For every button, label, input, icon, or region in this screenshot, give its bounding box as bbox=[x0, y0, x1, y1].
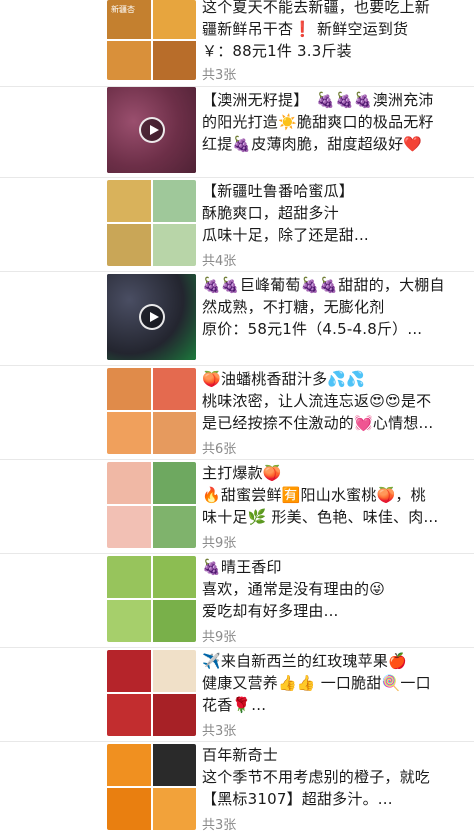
post-image-grid[interactable] bbox=[107, 556, 196, 642]
melon-photo bbox=[152, 224, 196, 266]
post-text-line: 【澳洲无籽提】 🍇🍇🍇澳洲充沛 bbox=[202, 91, 434, 109]
post-text-line: 这个季节不用考虑别的橙子，就吃 bbox=[202, 768, 431, 786]
post-text-line: 瓜味十足，除了还是甜... bbox=[202, 226, 369, 244]
peach-photo bbox=[152, 368, 196, 410]
post-text-line: 🍇晴王香印 bbox=[202, 558, 282, 576]
peach-photo bbox=[152, 506, 196, 548]
post-video-thumbnail[interactable] bbox=[107, 274, 196, 360]
divider bbox=[0, 459, 474, 460]
divider bbox=[0, 553, 474, 554]
post-text-line: 🔥甜蜜尝鲜🈶阳山水蜜桃🍑，桃 bbox=[202, 486, 426, 504]
orange-photo bbox=[107, 744, 151, 786]
post-text: 🍇🍇巨峰葡萄🍇🍇甜甜的，大棚自 然成熟，不打糖，无膨化剂 原价：58元1件（4.… bbox=[202, 274, 468, 340]
peach-photo bbox=[152, 462, 196, 504]
post-text-line: 百年新奇士 bbox=[202, 746, 279, 764]
divider bbox=[0, 177, 474, 178]
divider bbox=[0, 647, 474, 648]
divider bbox=[0, 86, 474, 87]
post-text-line: 喜欢，通常是没有理由的😜 bbox=[202, 580, 386, 598]
grape-photo bbox=[107, 600, 151, 642]
grape-photo bbox=[152, 600, 196, 642]
image-count: 共3张 bbox=[202, 818, 237, 833]
post-text: 【澳洲无籽提】 🍇🍇🍇澳洲充沛 的阳光打造☀️脆甜爽口的极品无籽 红提🍇皮薄肉脆… bbox=[202, 89, 468, 155]
apricot-photo: 新疆杏 bbox=[107, 0, 151, 39]
post-text-line: 桃味浓密，让人流连忘返😍😍是不 bbox=[202, 392, 432, 410]
post-text-line: 原价：58元1件（4.5-4.8斤）... bbox=[202, 320, 423, 338]
post-text: ✈️来自新西兰的红玫瑰苹果🍎 健康又营养👍👍 一口脆甜🍭一口 花香🌹... bbox=[202, 650, 468, 716]
post-text-line: 【黑标3107】超甜多汁。... bbox=[202, 790, 393, 808]
post-text-line: 然成熟，不打糖，无膨化剂 bbox=[202, 298, 385, 316]
post-image-grid[interactable]: 新疆杏 bbox=[107, 0, 196, 80]
post-image-grid[interactable] bbox=[107, 744, 196, 830]
divider bbox=[0, 365, 474, 366]
orange-photo bbox=[152, 744, 196, 786]
post-text: 这个夏天不能去新疆，也要吃上新 疆新鲜吊干杏❗ 新鲜空运到货 ￥：88元1件 3… bbox=[202, 0, 468, 62]
post-text: 【新疆吐鲁番哈蜜瓜】 酥脆爽口，超甜多汁 瓜味十足，除了还是甜... bbox=[202, 180, 468, 246]
apple-photo bbox=[152, 650, 196, 692]
melon-photo bbox=[107, 224, 151, 266]
image-count: 共9张 bbox=[202, 630, 237, 645]
apricot-photo bbox=[152, 0, 196, 39]
image-count: 共9张 bbox=[202, 536, 237, 551]
post-text-line: 疆新鲜吊干杏❗ 新鲜空运到货 bbox=[202, 20, 409, 38]
post-image-grid[interactable] bbox=[107, 650, 196, 736]
photo-label: 新疆杏 bbox=[111, 5, 135, 14]
apple-photo bbox=[152, 694, 196, 736]
post-text-line: 爱吃却有好多理由... bbox=[202, 602, 339, 620]
peach-photo bbox=[107, 368, 151, 410]
post-text-line: 花香🌹... bbox=[202, 696, 267, 714]
apple-photo bbox=[107, 694, 151, 736]
post-text-line: 主打爆款🍑 bbox=[202, 464, 282, 482]
peach-photo bbox=[107, 412, 151, 454]
orange-photo bbox=[107, 788, 151, 830]
peach-photo bbox=[107, 506, 151, 548]
grape-photo bbox=[152, 556, 196, 598]
post-text-line: 味十足🌿 形美、色艳、味佳、肉... bbox=[202, 508, 439, 526]
melon-photo bbox=[152, 180, 196, 222]
post-image-grid[interactable] bbox=[107, 368, 196, 454]
apricot-photo bbox=[107, 41, 151, 80]
post-image-grid[interactable] bbox=[107, 180, 196, 266]
orange-photo bbox=[152, 788, 196, 830]
post-text-line: 红提🍇皮薄肉脆，甜度超级好❤️ bbox=[202, 135, 423, 153]
divider bbox=[0, 271, 474, 272]
apple-photo bbox=[107, 650, 151, 692]
peach-photo bbox=[107, 462, 151, 504]
image-count: 共6张 bbox=[202, 442, 237, 457]
post-text-line: ✈️来自新西兰的红玫瑰苹果🍎 bbox=[202, 652, 407, 670]
grape-photo bbox=[107, 556, 151, 598]
post-text-line: 健康又营养👍👍 一口脆甜🍭一口 bbox=[202, 674, 431, 692]
post-text-line: 这个夏天不能去新疆，也要吃上新 bbox=[202, 0, 431, 16]
peach-photo bbox=[152, 412, 196, 454]
post-text-line: 🍇🍇巨峰葡萄🍇🍇甜甜的，大棚自 bbox=[202, 276, 445, 294]
post-video-thumbnail[interactable] bbox=[107, 87, 196, 173]
play-icon[interactable] bbox=[138, 117, 165, 143]
post-text-line: 🍑油蟠桃香甜汁多💦💦 bbox=[202, 370, 366, 388]
image-count: 共4张 bbox=[202, 254, 237, 269]
post-text-line: ￥：88元1件 3.3斤装 bbox=[202, 42, 352, 60]
image-count: 共3张 bbox=[202, 724, 237, 739]
melon-photo bbox=[107, 180, 151, 222]
post-text-line: 酥脆爽口，超甜多汁 bbox=[202, 204, 339, 222]
post-text-line: 【新疆吐鲁番哈蜜瓜】 bbox=[202, 182, 355, 200]
post-text-line: 的阳光打造☀️脆甜爽口的极品无籽 bbox=[202, 113, 434, 131]
post-text: 主打爆款🍑 🔥甜蜜尝鲜🈶阳山水蜜桃🍑，桃 味十足🌿 形美、色艳、味佳、肉... bbox=[202, 462, 468, 528]
image-count: 共3张 bbox=[202, 68, 237, 83]
divider bbox=[0, 741, 474, 742]
post-text: 🍇晴王香印 喜欢，通常是没有理由的😜 爱吃却有好多理由... bbox=[202, 556, 468, 622]
post-text: 🍑油蟠桃香甜汁多💦💦 桃味浓密，让人流连忘返😍😍是不 是已经按捺不住激动的💓心情… bbox=[202, 368, 468, 434]
apricot-photo bbox=[152, 41, 196, 80]
post-image-grid[interactable] bbox=[107, 462, 196, 548]
post-text: 百年新奇士 这个季节不用考虑别的橙子，就吃 【黑标3107】超甜多汁。... bbox=[202, 744, 468, 810]
post-text-line: 是已经按捺不住激动的💓心情想... bbox=[202, 414, 434, 432]
play-icon[interactable] bbox=[138, 304, 165, 330]
